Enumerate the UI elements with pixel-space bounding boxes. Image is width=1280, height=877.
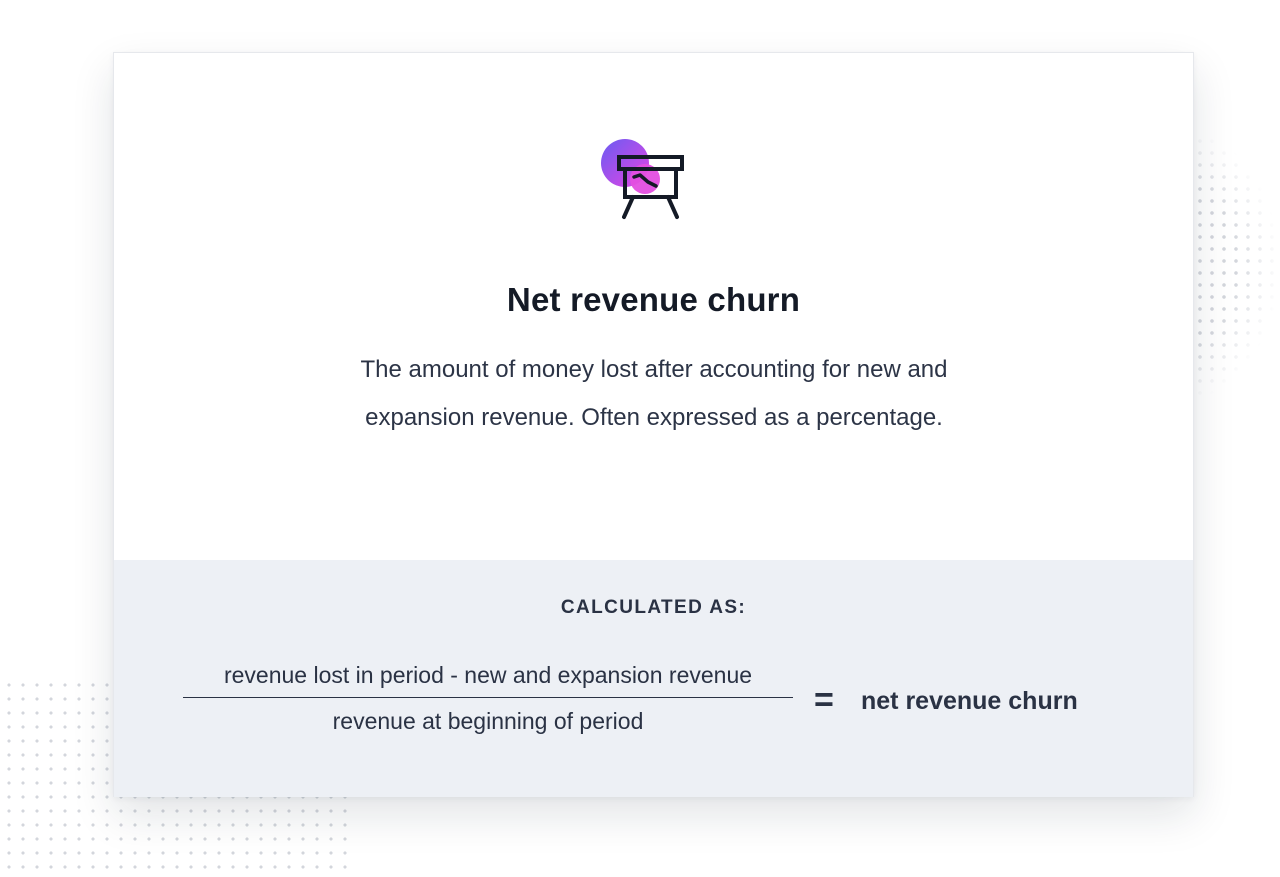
equals-sign: = — [814, 681, 834, 719]
formula-result: net revenue churn — [861, 687, 1078, 715]
metric-title: Net revenue churn — [506, 281, 801, 318]
metric-description: The amount of money lost after accountin… — [360, 356, 948, 431]
presentation-board-chart-icon — [600, 137, 690, 223]
formula-denominator: revenue at beginning of period — [332, 708, 644, 734]
metric-card: Net revenue churn The amount of money lo… — [113, 52, 1194, 797]
formula-fraction: revenue lost in period - new and expansi… — [180, 658, 796, 738]
fraction-divider — [183, 697, 793, 698]
card-header-section: Net revenue churn The amount of money lo… — [114, 53, 1193, 560]
formula-label: CALCULATED AS: — [560, 597, 747, 618]
formula-panel: CALCULATED AS: revenue lost in period - … — [114, 560, 1193, 797]
formula-numerator: revenue lost in period - new and expansi… — [223, 662, 753, 688]
